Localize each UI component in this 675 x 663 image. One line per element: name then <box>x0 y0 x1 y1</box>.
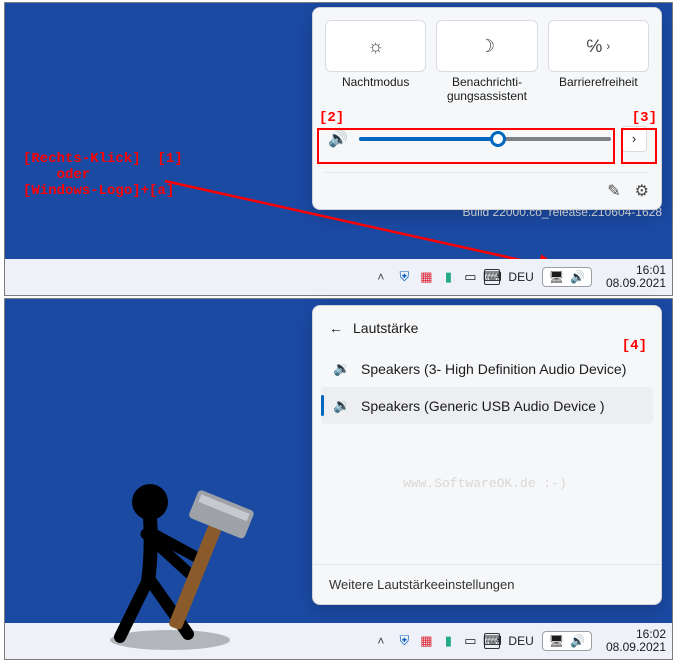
clock[interactable]: 16:02 08.09.2021 <box>600 628 666 654</box>
edit-quick-settings-button[interactable]: ✎ <box>607 181 620 201</box>
annotation-box-2 <box>317 128 615 164</box>
tray-icon-1[interactable]: ▦ <box>418 269 434 285</box>
speaker-device-icon: 🔉 <box>333 360 349 377</box>
watermark-text: www.SoftwareOK.de :-) <box>403 476 567 491</box>
security-icon[interactable]: ⛨ <box>396 633 412 649</box>
volume-flyout-title: Lautstärke <box>353 320 418 336</box>
annotation-box-3 <box>621 128 657 164</box>
more-volume-settings[interactable]: Weitere Lautstärkeeinstellungen <box>313 564 661 604</box>
network-volume-tray[interactable]: 🖥 🔊 <box>542 267 592 287</box>
audio-device-item[interactable]: 🔉 Speakers (Generic USB Audio Device ) <box>321 387 653 424</box>
annotation-3: [3] <box>632 110 657 126</box>
tray-overflow-chevron[interactable]: ˄ <box>373 270 388 284</box>
network-volume-tray[interactable]: 🖥 🔊 <box>542 631 592 651</box>
annotation-4: [4] <box>622 338 647 354</box>
language-indicator[interactable]: DEU <box>508 270 533 284</box>
language-indicator[interactable]: DEU <box>508 634 533 648</box>
tray-icon-2[interactable]: ▮ <box>440 269 456 285</box>
annotation-winlogo: [Windows-Logo]+[a] <box>23 183 174 199</box>
speaker-device-icon: 🔉 <box>333 397 349 414</box>
accessibility-tile[interactable]: ℅› <box>548 20 649 72</box>
accessibility-label: Barrierefreiheit <box>548 76 649 104</box>
tray-icon-3[interactable]: ▭ <box>462 633 478 649</box>
taskbar: ˄ ⛨ ▦ ▮ ▭ ⌨ DEU 🖥 🔊 16:01 08.09.2021 <box>5 259 672 295</box>
security-icon[interactable]: ⛨ <box>396 269 412 285</box>
annotation-or: oder <box>23 167 90 183</box>
tray-icon-1[interactable]: ▦ <box>418 633 434 649</box>
focus-assist-tile[interactable]: ☽ <box>436 20 537 72</box>
focus-assist-label: Benachrichti- gungsassistent <box>436 76 537 104</box>
clock-date: 08.09.2021 <box>606 641 666 654</box>
tray-icon-3[interactable]: ▭ <box>462 269 478 285</box>
audio-device-label: Speakers (3- High Definition Audio Devic… <box>361 361 626 377</box>
audio-device-label: Speakers (Generic USB Audio Device ) <box>361 398 605 414</box>
annotation-right-click: [Rechts-Klick] [1] <box>23 151 183 167</box>
night-mode-label: Nachtmodus <box>325 76 426 104</box>
tray-overflow-chevron[interactable]: ˄ <box>373 634 388 648</box>
annotation-2: [2] <box>319 110 344 126</box>
taskbar: ˄ ⛨ ▦ ▮ ▭ ⌨ DEU 🖥 🔊 16:02 08.09.2021 <box>5 623 672 659</box>
audio-device-item[interactable]: 🔉 Speakers (3- High Definition Audio Dev… <box>321 350 653 387</box>
touch-keyboard-icon[interactable]: ⌨ <box>484 633 500 649</box>
back-button[interactable]: ← <box>329 320 343 336</box>
volume-devices-flyout: ← Lautstärke [4] 🔉 Speakers (3- High Def… <box>312 305 662 605</box>
quick-settings-flyout: ☼ ☽ ℅› Nachtmodus Benachrichti- gungsass… <box>312 7 662 210</box>
clock-date: 08.09.2021 <box>606 277 666 290</box>
speaker-icon: 🔊 <box>570 634 585 648</box>
speaker-icon: 🔊 <box>570 270 585 284</box>
network-icon: 🖥 <box>549 270 564 284</box>
night-mode-tile[interactable]: ☼ <box>325 20 426 72</box>
network-icon: 🖥 <box>549 634 564 648</box>
touch-keyboard-icon[interactable]: ⌨ <box>484 269 500 285</box>
settings-button[interactable]: ⚙ <box>635 181 649 201</box>
clock[interactable]: 16:01 08.09.2021 <box>600 264 666 290</box>
tray-icon-2[interactable]: ▮ <box>440 633 456 649</box>
chevron-right-icon: › <box>606 39 610 53</box>
accessibility-icon: ℅ <box>586 36 602 57</box>
